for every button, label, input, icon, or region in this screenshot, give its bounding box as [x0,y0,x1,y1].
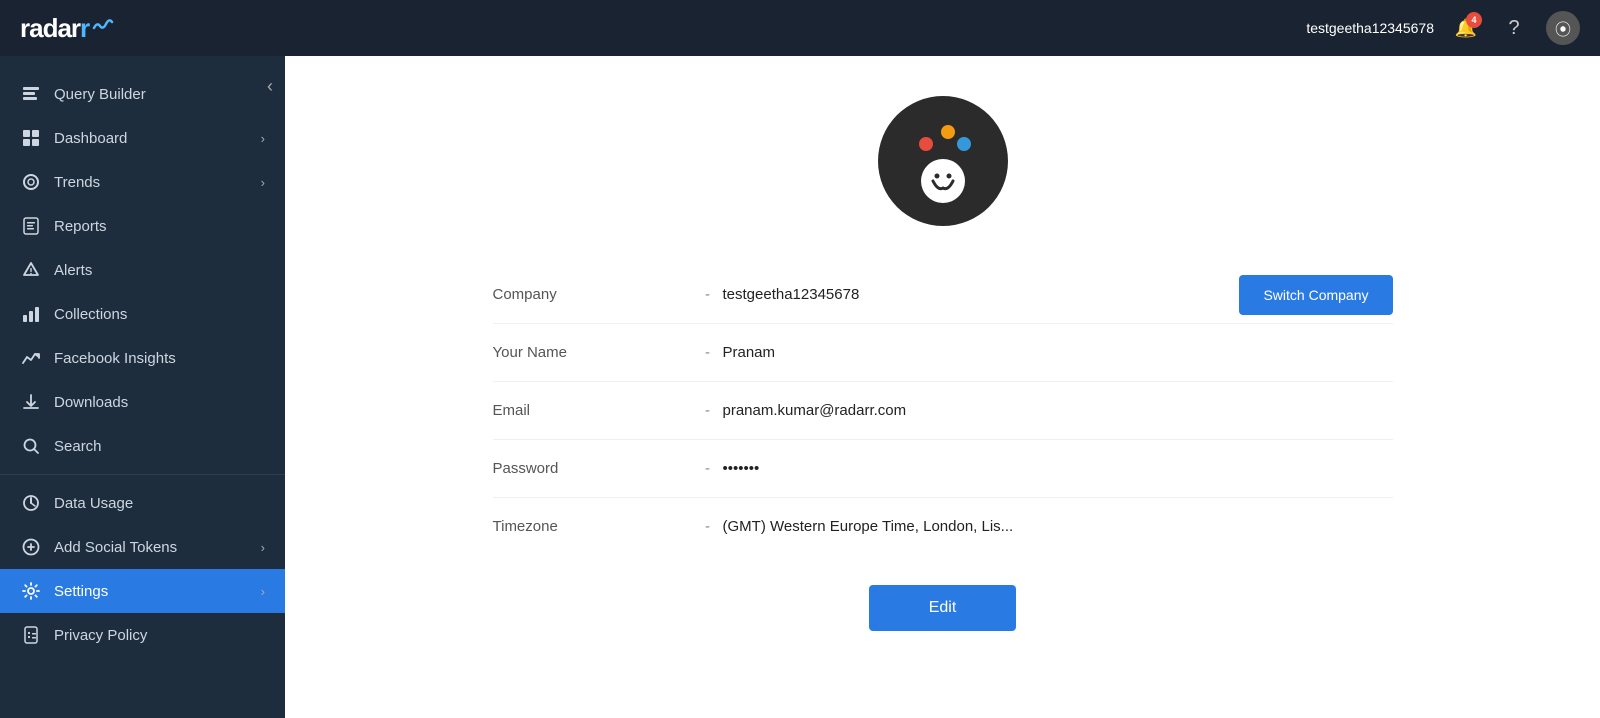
timezone-label: Timezone [493,518,693,535]
privacy-policy-icon [20,626,42,644]
sidebar: ‹ Query Builder Dashboard › Trends [0,56,285,718]
sidebar-item-alerts[interactable]: Alerts [0,248,285,292]
settings-arrow-icon: › [261,584,265,599]
help-button[interactable]: ? [1498,12,1530,44]
company-label: Company [493,286,693,303]
sidebar-item-dashboard[interactable]: Dashboard › [0,116,285,160]
sidebar-collapse-button[interactable]: ‹ [267,76,273,97]
user-avatar-button[interactable]: ⦿ [1546,11,1580,45]
email-value: pranam.kumar@radarr.com [723,402,1393,419]
logo[interactable]: radar r [20,13,114,44]
add-social-tokens-arrow-icon: › [261,540,265,555]
data-usage-icon [20,494,42,512]
password-row: Password - ••••••• [493,440,1393,498]
sidebar-label-collections: Collections [54,306,265,323]
settings-icon [20,582,42,600]
sidebar-label-downloads: Downloads [54,394,265,411]
sidebar-label-alerts: Alerts [54,262,265,279]
edit-button-row: Edit [493,585,1393,631]
query-builder-icon [20,85,42,103]
name-label: Your Name [493,344,693,361]
main-layout: ‹ Query Builder Dashboard › Trends [0,56,1600,718]
search-icon [20,437,42,455]
sidebar-item-facebook-insights[interactable]: Facebook Insights [0,336,285,380]
alerts-icon [20,261,42,279]
sidebar-item-trends[interactable]: Trends › [0,160,285,204]
sidebar-item-settings[interactable]: Settings › [0,569,285,613]
trends-arrow-icon: › [261,175,265,190]
name-dash: - [693,344,723,361]
sidebar-label-facebook-insights: Facebook Insights [54,350,265,367]
sidebar-label-reports: Reports [54,218,265,235]
password-value: ••••••• [723,460,1393,477]
sidebar-item-reports[interactable]: Reports [0,204,285,248]
notification-badge: 4 [1466,12,1482,28]
downloads-icon [20,393,42,411]
facebook-insights-icon [20,349,42,367]
avatar-image [898,116,988,206]
content-area: Company - testgeetha12345678 Switch Comp… [285,56,1600,718]
timezone-value: (GMT) Western Europe Time, London, Lis..… [723,518,1393,535]
sidebar-label-settings: Settings [54,583,261,600]
reports-icon [20,217,42,235]
sidebar-label-add-social-tokens: Add Social Tokens [54,539,261,556]
sidebar-label-dashboard: Dashboard [54,130,261,147]
logo-waves-icon [92,18,114,32]
top-navigation: radar r testgeetha12345678 🔔 4 ? ⦿ [0,0,1600,56]
sidebar-navigation: Query Builder Dashboard › Trends › [0,56,285,718]
company-row: Company - testgeetha12345678 Switch Comp… [493,266,1393,324]
sidebar-label-query-builder: Query Builder [54,86,265,103]
add-social-tokens-icon [20,538,42,556]
sidebar-item-query-builder[interactable]: Query Builder [0,72,285,116]
avatar-icon: ⦿ [1555,16,1571,40]
company-dash: - [693,286,723,303]
profile-table: Company - testgeetha12345678 Switch Comp… [493,266,1393,555]
email-row: Email - pranam.kumar@radarr.com [493,382,1393,440]
collections-icon [20,305,42,323]
name-row: Your Name - Pranam [493,324,1393,382]
profile-avatar [878,96,1008,226]
sidebar-item-downloads[interactable]: Downloads [0,380,285,424]
sidebar-label-search: Search [54,438,265,455]
sidebar-label-trends: Trends [54,174,261,191]
switch-company-button[interactable]: Switch Company [1239,275,1392,315]
dashboard-icon [20,129,42,147]
password-label: Password [493,460,693,477]
sidebar-item-privacy-policy[interactable]: Privacy Policy [0,613,285,657]
sidebar-item-search[interactable]: Search [0,424,285,468]
email-dash: - [693,402,723,419]
password-dash: - [693,460,723,477]
help-icon: ? [1508,17,1519,40]
sidebar-item-collections[interactable]: Collections [0,292,285,336]
trends-icon [20,173,42,191]
sidebar-label-privacy-policy: Privacy Policy [54,627,265,644]
sidebar-divider [0,474,285,475]
dashboard-arrow-icon: › [261,131,265,146]
timezone-dash: - [693,518,723,535]
sidebar-item-add-social-tokens[interactable]: Add Social Tokens › [0,525,285,569]
topnav-right: testgeetha12345678 🔔 4 ? ⦿ [1306,11,1580,45]
username-display: testgeetha12345678 [1306,20,1434,36]
sidebar-label-data-usage: Data Usage [54,495,265,512]
email-label: Email [493,402,693,419]
edit-button[interactable]: Edit [869,585,1017,631]
notifications-button[interactable]: 🔔 4 [1450,12,1482,44]
sidebar-item-data-usage[interactable]: Data Usage [0,481,285,525]
timezone-row: Timezone - (GMT) Western Europe Time, Lo… [493,498,1393,555]
name-value: Pranam [723,344,1393,361]
